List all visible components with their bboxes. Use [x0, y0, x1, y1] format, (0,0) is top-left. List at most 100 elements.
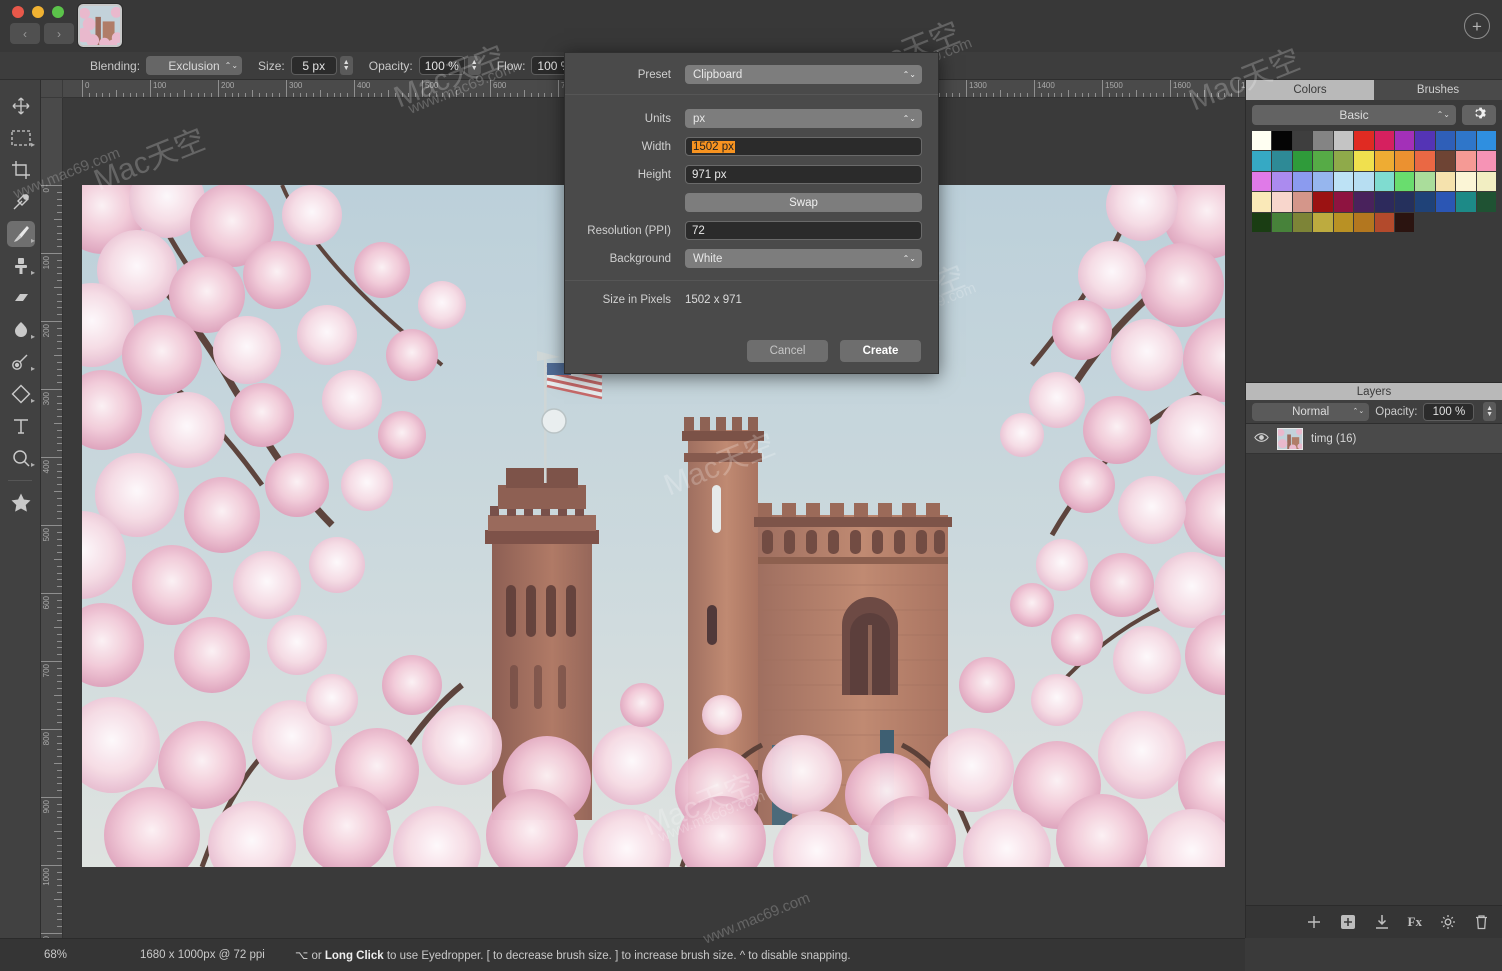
color-swatch[interactable]	[1395, 192, 1414, 211]
preset-select[interactable]: Clipboard ⌃⌄	[685, 65, 922, 84]
background-select[interactable]: White ⌃⌄	[685, 249, 922, 268]
color-swatch[interactable]	[1334, 172, 1353, 191]
cancel-button[interactable]: Cancel	[747, 340, 828, 362]
color-swatch[interactable]	[1272, 213, 1291, 232]
color-swatch[interactable]	[1477, 131, 1496, 150]
color-swatch[interactable]	[1252, 131, 1271, 150]
color-swatch[interactable]	[1272, 151, 1291, 170]
color-swatch[interactable]	[1313, 213, 1332, 232]
eraser-tool[interactable]	[0, 282, 41, 314]
color-swatch[interactable]	[1293, 151, 1312, 170]
minimize-window-button[interactable]	[32, 6, 44, 18]
color-swatch[interactable]	[1272, 172, 1291, 191]
brush-size-stepper[interactable]: ▲▼	[340, 56, 353, 75]
color-swatch[interactable]	[1293, 192, 1312, 211]
color-swatch[interactable]	[1354, 151, 1373, 170]
color-swatch[interactable]	[1293, 131, 1312, 150]
vertical-ruler[interactable]: 010020030040050060070080090010001100	[41, 98, 63, 938]
color-swatch[interactable]	[1334, 192, 1353, 211]
create-button[interactable]: Create	[840, 340, 921, 362]
color-swatch[interactable]	[1415, 172, 1434, 191]
color-swatch[interactable]	[1313, 172, 1332, 191]
color-swatch[interactable]	[1334, 131, 1353, 150]
color-swatch[interactable]	[1477, 192, 1496, 211]
width-input[interactable]: 1502 px	[685, 137, 922, 156]
eyedropper-tool[interactable]	[0, 186, 41, 218]
resolution-input[interactable]: 72	[685, 221, 922, 240]
blur-tool[interactable]: ▸	[0, 346, 41, 378]
nav-back-button[interactable]: ‹	[10, 23, 40, 44]
layer-opacity-stepper[interactable]: ▲▼	[1483, 402, 1496, 421]
color-swatch[interactable]	[1375, 192, 1394, 211]
effects-tool[interactable]	[0, 487, 41, 519]
eye-icon[interactable]	[1254, 430, 1269, 448]
color-swatch[interactable]	[1354, 213, 1373, 232]
text-tool[interactable]	[0, 410, 41, 442]
layer-opacity-input[interactable]: 100 %	[1423, 403, 1474, 421]
add-layer-button[interactable]	[1306, 914, 1322, 930]
color-swatch[interactable]	[1456, 172, 1475, 191]
color-swatch[interactable]	[1252, 151, 1271, 170]
color-swatch[interactable]	[1272, 131, 1291, 150]
zoom-level[interactable]: 68%	[44, 949, 140, 961]
move-tool[interactable]	[0, 90, 41, 122]
color-swatch[interactable]	[1477, 151, 1496, 170]
color-swatch[interactable]	[1395, 172, 1414, 191]
color-swatch[interactable]	[1375, 151, 1394, 170]
color-swatch-grid[interactable]	[1252, 131, 1496, 232]
shape-tool[interactable]: ▸	[0, 378, 41, 410]
layer-row[interactable]: timg (16)	[1246, 424, 1502, 454]
color-swatch[interactable]	[1293, 213, 1312, 232]
color-swatch[interactable]	[1436, 151, 1455, 170]
new-tab-button[interactable]: +	[1464, 13, 1490, 39]
color-swatch[interactable]	[1252, 192, 1271, 211]
color-swatch[interactable]	[1395, 151, 1414, 170]
opacity-input[interactable]: 100 %	[419, 56, 465, 75]
maximize-window-button[interactable]	[52, 6, 64, 18]
marquee-tool[interactable]: ▸	[0, 122, 41, 154]
color-swatch[interactable]	[1456, 131, 1475, 150]
layer-blend-mode-select[interactable]: Normal ⌃⌄	[1252, 403, 1369, 421]
color-swatch[interactable]	[1252, 172, 1271, 191]
delete-layer-button[interactable]	[1474, 914, 1489, 930]
color-swatch[interactable]	[1313, 131, 1332, 150]
color-swatch[interactable]	[1354, 192, 1373, 211]
color-swatch[interactable]	[1456, 192, 1475, 211]
adjustments-button[interactable]	[1440, 914, 1456, 930]
color-swatch[interactable]	[1252, 213, 1271, 232]
color-swatch[interactable]	[1415, 131, 1434, 150]
color-swatch[interactable]	[1477, 172, 1496, 191]
color-swatch[interactable]	[1395, 131, 1414, 150]
swap-button[interactable]: Swap	[685, 193, 922, 212]
color-swatch[interactable]	[1375, 131, 1394, 150]
color-swatch[interactable]	[1415, 192, 1434, 211]
clone-stamp-tool[interactable]: ▸	[0, 250, 41, 282]
color-swatch[interactable]	[1456, 151, 1475, 170]
color-swatch[interactable]	[1313, 192, 1332, 211]
color-swatch[interactable]	[1293, 172, 1312, 191]
smudge-tool[interactable]: ▸	[0, 314, 41, 346]
tab-brushes[interactable]: Brushes	[1374, 80, 1502, 100]
duplicate-layer-button[interactable]	[1340, 914, 1356, 930]
color-swatch[interactable]	[1313, 151, 1332, 170]
color-swatch[interactable]	[1354, 172, 1373, 191]
nav-forward-button[interactable]: ›	[44, 23, 74, 44]
fx-icon[interactable]: Fx	[1408, 914, 1422, 930]
color-swatch[interactable]	[1436, 131, 1455, 150]
import-layer-button[interactable]	[1374, 914, 1390, 930]
crop-tool[interactable]	[0, 154, 41, 186]
close-window-button[interactable]	[12, 6, 24, 18]
color-swatch[interactable]	[1334, 151, 1353, 170]
zoom-tool[interactable]: ▸	[0, 442, 41, 474]
color-swatch[interactable]	[1334, 213, 1353, 232]
color-swatch[interactable]	[1395, 213, 1414, 232]
color-swatch[interactable]	[1354, 131, 1373, 150]
palette-settings-button[interactable]	[1462, 105, 1496, 125]
color-swatch[interactable]	[1436, 192, 1455, 211]
color-swatch[interactable]	[1436, 172, 1455, 191]
brush-size-input[interactable]: 5 px	[291, 56, 337, 75]
tab-colors[interactable]: Colors	[1246, 80, 1374, 100]
color-swatch[interactable]	[1375, 172, 1394, 191]
palette-select[interactable]: Basic ⌃⌄	[1252, 105, 1456, 125]
opacity-stepper[interactable]: ▲▼	[468, 56, 481, 75]
